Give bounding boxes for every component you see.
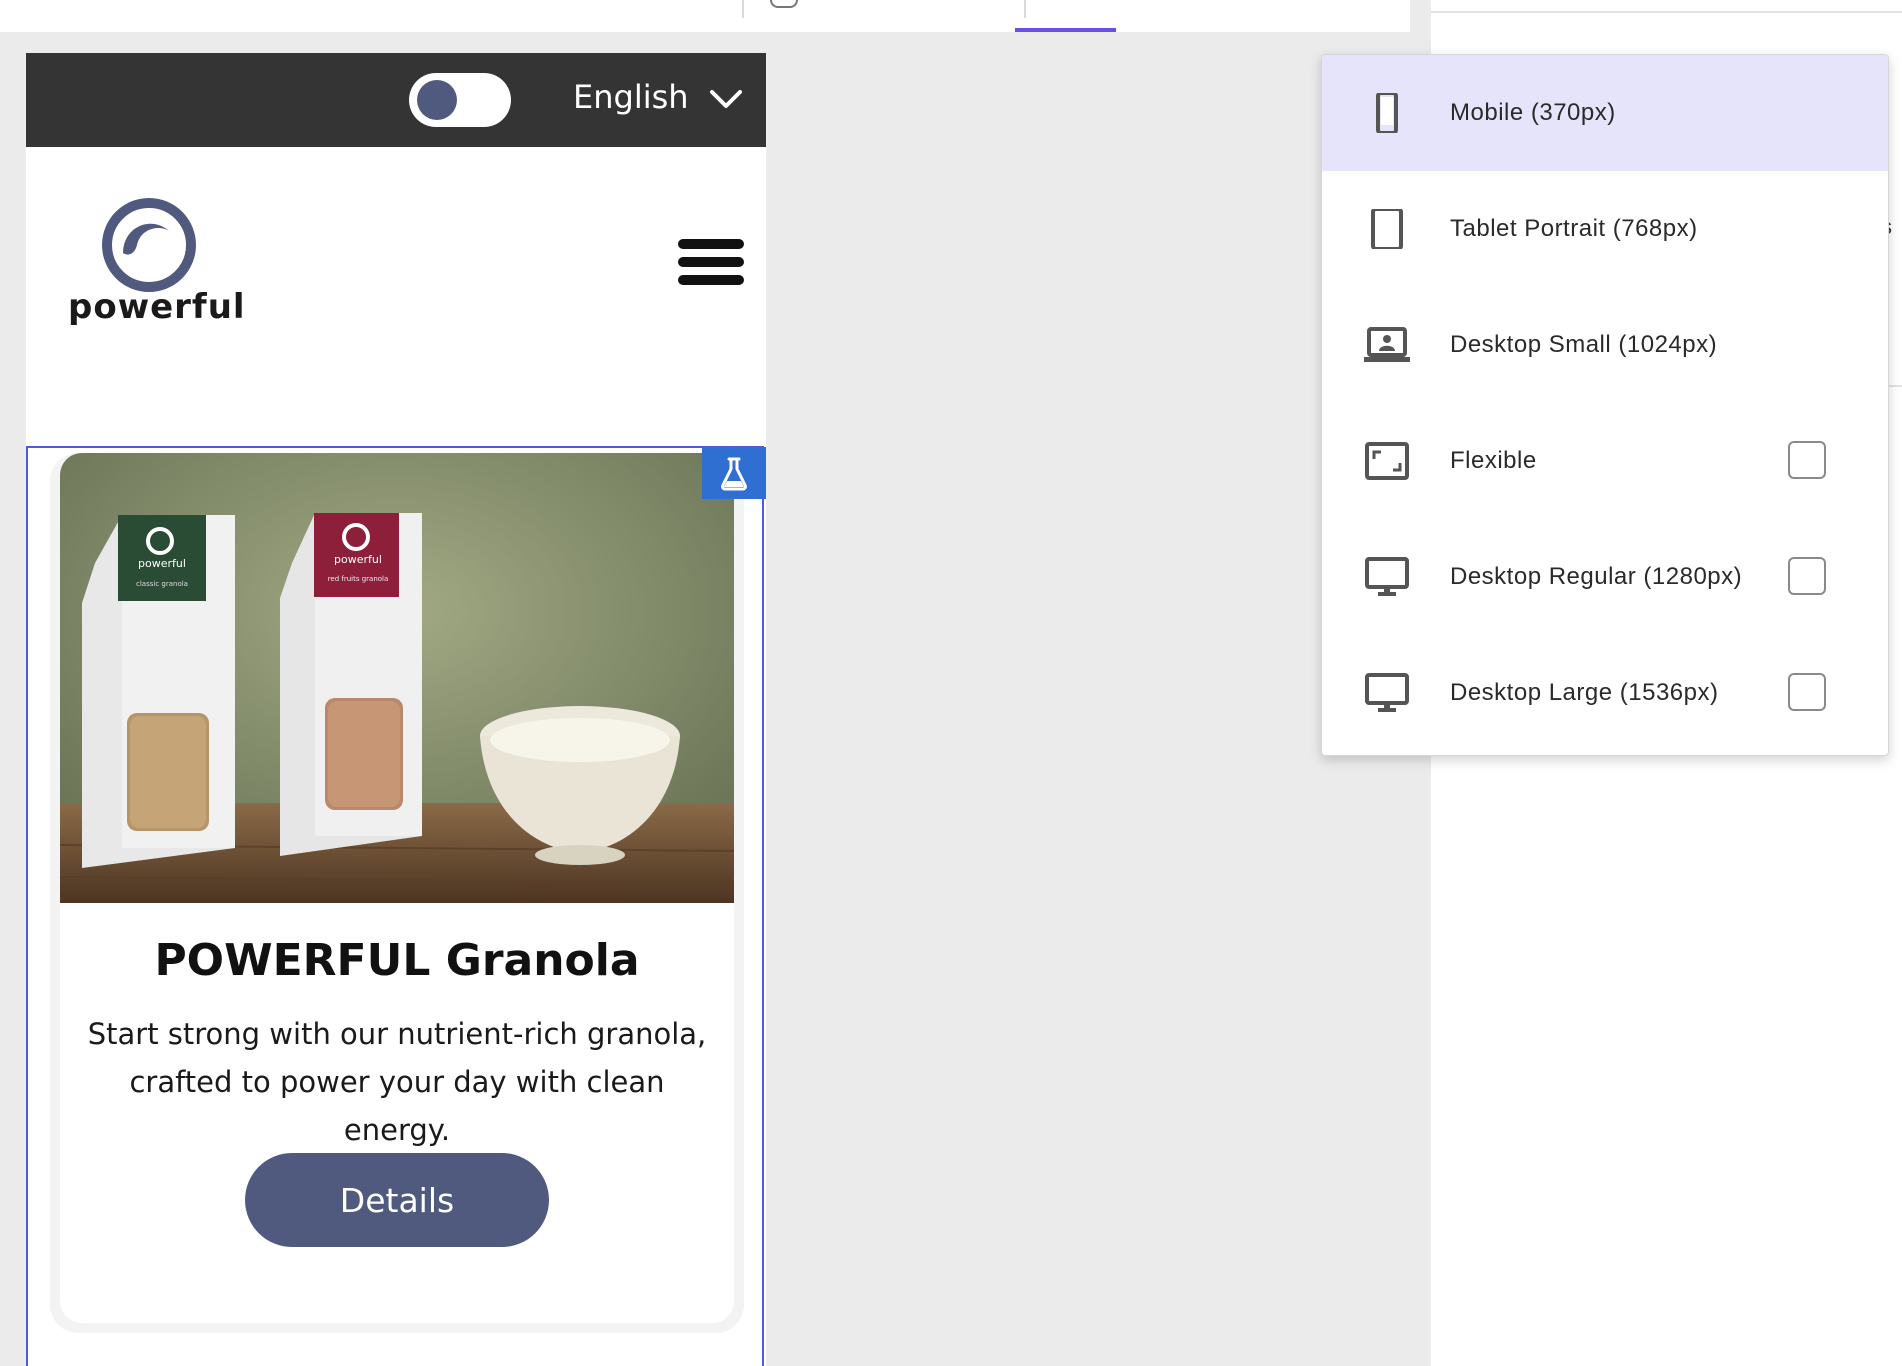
- flask-icon: [721, 457, 747, 491]
- logo-icon[interactable]: [101, 197, 197, 293]
- viewport-option-label: Mobile (370px): [1450, 99, 1616, 126]
- toolbar-separator: [742, 0, 744, 18]
- tablet-icon: [1371, 209, 1403, 249]
- viewport-option-desktop-large[interactable]: Desktop Large (1536px): [1322, 635, 1888, 751]
- site-preview-canvas: English powerful powerful classic granol…: [26, 53, 766, 1366]
- viewport-option-desktop-small[interactable]: Desktop Small (1024px): [1322, 287, 1888, 403]
- editor-top-toolbar: [0, 0, 1410, 32]
- viewport-option-label: Desktop Small (1024px): [1450, 331, 1718, 358]
- flexible-icon: [1365, 442, 1409, 480]
- toggle-knob: [417, 80, 457, 120]
- viewport-option-label: Tablet Portrait (768px): [1450, 215, 1698, 242]
- theme-toggle[interactable]: [409, 73, 511, 127]
- logo-wordmark[interactable]: powerful: [68, 287, 246, 327]
- selected-block-outline: [26, 446, 764, 1366]
- panel-divider: [1431, 11, 1902, 13]
- toolbar-icon-partial[interactable]: [770, 0, 798, 8]
- viewport-option-tablet-portrait[interactable]: Tablet Portrait (768px): [1322, 171, 1888, 287]
- monitor-icon: [1365, 557, 1409, 596]
- toolbar-separator: [1024, 0, 1026, 18]
- viewport-option-checkbox[interactable]: [1788, 441, 1826, 479]
- viewport-option-label: Flexible: [1450, 447, 1537, 474]
- viewport-option-checkbox[interactable]: [1788, 673, 1826, 711]
- active-tab-indicator: [1015, 28, 1116, 32]
- laptop-icon: [1364, 327, 1410, 362]
- viewport-option-label: Desktop Large (1536px): [1450, 679, 1719, 706]
- chevron-down-icon[interactable]: [708, 81, 744, 117]
- viewport-option-label: Desktop Regular (1280px): [1450, 563, 1743, 590]
- site-header: powerful: [26, 147, 766, 447]
- monitor-icon: [1365, 673, 1409, 712]
- viewport-option-flexible[interactable]: Flexible: [1322, 403, 1888, 519]
- mobile-icon: [1376, 93, 1398, 133]
- viewport-option-desktop-regular[interactable]: Desktop Regular (1280px): [1322, 519, 1888, 635]
- hamburger-menu-icon[interactable]: [678, 239, 744, 295]
- language-selector[interactable]: English: [573, 76, 689, 118]
- viewport-option-mobile[interactable]: Mobile (370px): [1322, 55, 1888, 171]
- block-badge[interactable]: [702, 447, 766, 499]
- viewport-size-menu: Mobile (370px) Tablet Portrait (768px) D…: [1321, 54, 1889, 756]
- viewport-option-checkbox[interactable]: [1788, 557, 1826, 595]
- site-utility-bar: English: [26, 53, 766, 147]
